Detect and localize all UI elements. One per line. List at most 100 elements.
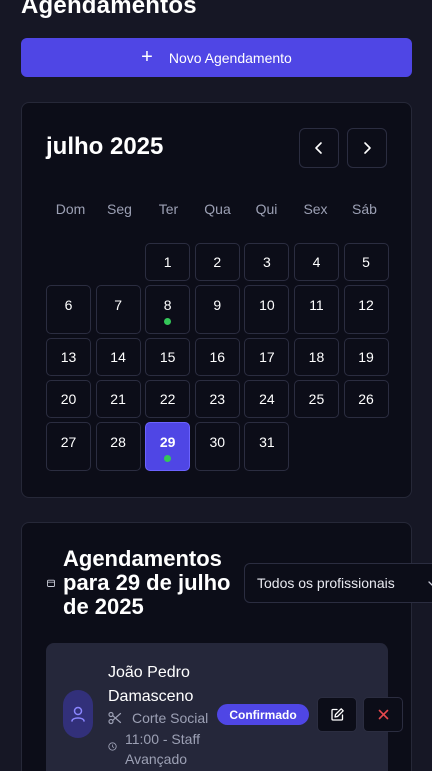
calendar-day-number: 15 <box>159 349 176 365</box>
calendar-day-number: 6 <box>64 296 73 313</box>
calendar-day-number: 16 <box>209 349 226 365</box>
calendar-day-number: 19 <box>358 349 374 365</box>
calendar-day-number: 27 <box>60 433 77 450</box>
calendar-month-title: julho 2025 <box>46 133 164 160</box>
calendar-day-14[interactable]: 14 <box>95 338 141 376</box>
scissors-icon <box>108 711 122 725</box>
calendar-day-9[interactable]: 9 <box>194 285 240 334</box>
calendar-day-number: 5 <box>362 254 370 270</box>
appointment-dot <box>164 455 172 462</box>
calendar-day-18[interactable]: 18 <box>293 338 339 376</box>
calendar-day-20[interactable]: 20 <box>46 380 91 418</box>
appointments-heading: Agendamentos para 29 de julho de 2025 <box>63 546 231 619</box>
calendar-day-24[interactable]: 24 <box>244 380 290 418</box>
calendar-day-12[interactable]: 12 <box>343 285 389 334</box>
weekday-label: Dom <box>55 201 86 217</box>
calendar-day-number: 9 <box>213 296 222 313</box>
calendar-day-number: 1 <box>163 254 172 270</box>
calendar-day-number: 25 <box>308 391 325 407</box>
weekday-label: Qui <box>255 201 278 217</box>
calendar-day-number: 4 <box>312 254 321 270</box>
calendar-empty-cell <box>46 243 91 281</box>
avatar <box>63 690 93 738</box>
calendar-day-number: 10 <box>259 296 275 313</box>
calendar-day-number: 30 <box>209 433 226 450</box>
calendar-icon <box>47 579 55 587</box>
calendar-day-17[interactable]: 17 <box>244 338 290 376</box>
calendar-day-11[interactable]: 11 <box>293 285 339 334</box>
calendar-day-number: 17 <box>259 349 275 365</box>
appointment-time-staff: 11:00 - Staff Avançado <box>125 731 200 767</box>
next-month-button[interactable] <box>347 128 387 168</box>
edit-appointment-button[interactable] <box>317 697 357 732</box>
chevron-down-icon <box>428 581 432 586</box>
calendar-day-1[interactable]: 1 <box>145 243 191 281</box>
calendar-day-number: 28 <box>110 433 126 450</box>
calendar-day-31[interactable]: 31 <box>244 422 290 471</box>
previous-month-button[interactable] <box>299 128 339 168</box>
calendar-empty-cell <box>96 243 141 281</box>
professional-filter-select[interactable]: Todos os profissionais <box>244 563 432 603</box>
calendar-day-15[interactable]: 15 <box>145 338 191 376</box>
calendar-day-19[interactable]: 19 <box>343 338 389 376</box>
time-row: 11:00 - Staff Avançado <box>108 729 228 769</box>
calendar-day-2[interactable]: 2 <box>194 243 240 281</box>
calendar-day-27[interactable]: 27 <box>46 422 91 471</box>
close-icon <box>378 709 388 720</box>
clock-icon <box>108 742 117 751</box>
calendar-day-number: 20 <box>60 391 77 407</box>
calendar-day-28[interactable]: 28 <box>95 422 141 471</box>
calendar-day-6[interactable]: 6 <box>46 285 91 334</box>
calendar-day-3[interactable]: 3 <box>244 243 290 281</box>
calendar-day-number: 29 <box>159 433 176 450</box>
user-icon <box>71 706 85 722</box>
calendar-day-8[interactable]: 8 <box>145 285 191 334</box>
calendar-day-number: 11 <box>309 296 324 313</box>
weekday-label: Sáb <box>352 201 377 217</box>
service-row: Corte Social <box>108 710 208 726</box>
calendar-day-number: 21 <box>110 391 126 407</box>
calendar-day-number: 24 <box>259 391 275 407</box>
calendar-day-number: 26 <box>358 391 374 407</box>
delete-appointment-button[interactable] <box>363 697 403 732</box>
calendar-day-29[interactable]: 29 <box>145 422 191 471</box>
calendar-day-number: 31 <box>259 433 275 450</box>
plus-icon: + <box>141 45 153 68</box>
calendar-day-number: 23 <box>209 391 226 407</box>
status-badge: Confirmado <box>217 704 309 725</box>
weekday-label: Qua <box>204 201 231 217</box>
calendar-day-16[interactable]: 16 <box>194 338 240 376</box>
calendar-day-number: 3 <box>262 254 271 270</box>
calendar-day-13[interactable]: 13 <box>46 338 91 376</box>
calendar-day-number: 12 <box>358 296 374 313</box>
new-appointment-label: Novo Agendamento <box>168 49 292 66</box>
calendar-day-10[interactable]: 10 <box>244 285 290 334</box>
chevron-right-icon <box>364 142 371 154</box>
calendar-day-number: 7 <box>114 296 122 313</box>
edit-icon <box>330 708 344 721</box>
calendar-day-number: 18 <box>308 349 325 365</box>
service-name: Corte Social <box>132 710 209 726</box>
client-name: João Pedro Damasceno <box>108 664 194 705</box>
calendar-day-5[interactable]: 5 <box>343 243 389 281</box>
calendar-day-21[interactable]: 21 <box>95 380 141 418</box>
chevron-left-icon <box>315 142 322 154</box>
calendar-day-number: 14 <box>110 349 126 365</box>
calendar-day-23[interactable]: 23 <box>194 380 240 418</box>
calendar-day-number: 2 <box>213 254 222 270</box>
calendar-day-25[interactable]: 25 <box>293 380 339 418</box>
calendar-day-26[interactable]: 26 <box>343 380 389 418</box>
calendar-card: julho 2025 Dom Seg Ter Qua Qui Sex Sáb 1234567… <box>21 102 412 498</box>
calendar-day-4[interactable]: 4 <box>293 243 339 281</box>
professional-filter-value: Todos os profissionais <box>257 575 395 591</box>
weekday-header: Dom Seg Ter Qua Qui Sex Sáb <box>46 201 389 217</box>
calendar-day-grid: 1 2 3 4 5 6 7 8 9 10 11 12 13 14 15 16 17 18 19 20 21 22 23 24 2… <box>46 243 389 475</box>
appointment-item[interactable]: João Pedro Damasceno Corte Social 11:00 … <box>46 643 403 771</box>
calendar-day-number: 8 <box>163 296 172 313</box>
calendar-day-30[interactable]: 30 <box>194 422 240 471</box>
appointment-dot <box>164 318 172 325</box>
calendar-day-7[interactable]: 7 <box>95 285 141 334</box>
calendar-day-number: 22 <box>159 391 176 407</box>
calendar-day-22[interactable]: 22 <box>145 380 191 418</box>
new-appointment-button[interactable]: + Novo Agendamento <box>21 38 412 77</box>
